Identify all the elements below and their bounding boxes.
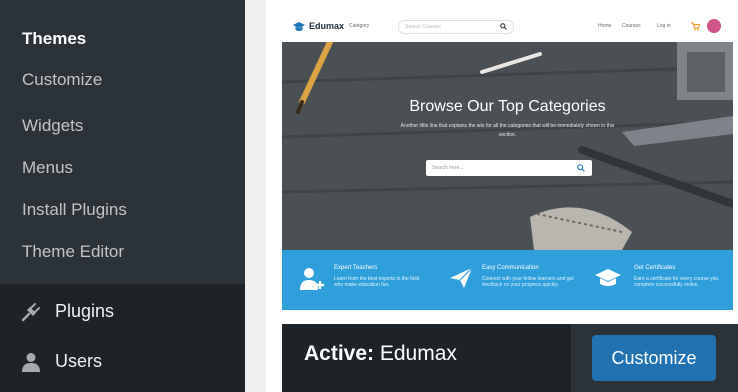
- teacher-icon: [300, 268, 324, 290]
- preview-nav-link: Log in: [657, 23, 671, 29]
- menu-item-users-label: Users: [55, 351, 103, 371]
- preview-nav-link: Courses: [622, 23, 641, 29]
- feature-title: Expert Teachers: [334, 265, 378, 271]
- admin-sidebar: Themes Customize Widgets Menus Install P…: [0, 0, 245, 392]
- feature-desc: Learn from the best experts in the field…: [334, 276, 420, 288]
- logo-cap-icon: [293, 22, 305, 31]
- preview-hero-search: Search here...: [426, 160, 592, 176]
- desk-background: [282, 42, 733, 250]
- submenu-item-theme-editor[interactable]: Theme Editor: [22, 242, 124, 262]
- submenu-item-menus[interactable]: Menus: [22, 158, 73, 178]
- preview-hero: Browse Our Top Categories Another little…: [282, 42, 733, 250]
- theme-card-footer: Active: Edumax Customize: [282, 324, 738, 392]
- submenu-item-customize[interactable]: Customize: [22, 70, 102, 90]
- graduation-cap-icon: [595, 269, 621, 286]
- preview-logo-text: Edumax: [309, 21, 345, 31]
- appearance-submenu: Themes Customize Widgets Menus Install P…: [0, 0, 245, 284]
- submenu-item-install-plugins[interactable]: Install Plugins: [22, 200, 127, 220]
- preview-search-box: Search Courses: [398, 20, 514, 34]
- preview-navbar: Edumax Category Search Courses Home Cour…: [282, 12, 733, 43]
- menu-item-plugins[interactable]: Plugins: [0, 292, 245, 332]
- preview-search-placeholder: Search Courses: [405, 24, 441, 30]
- active-label: Active:: [304, 342, 375, 365]
- preview-hero-subtitle: Another little line that explains the si…: [400, 123, 615, 138]
- menu-item-users[interactable]: Users: [0, 342, 245, 382]
- theme-name: Edumax: [379, 342, 457, 365]
- feature-title: Easy Communication: [482, 265, 539, 271]
- preview-search-icon: [500, 23, 507, 30]
- paper-plane-icon: [450, 267, 473, 288]
- theme-actions: Customize: [571, 324, 738, 392]
- preview-nav-category: Category: [349, 23, 370, 29]
- plugins-icon: [21, 303, 40, 322]
- preview-features: Expert Teachers Learn from the best expe…: [282, 250, 733, 310]
- preview-nav-link: Home: [598, 23, 612, 29]
- submenu-item-widgets[interactable]: Widgets: [22, 116, 83, 136]
- feature-title: Get Certificates: [634, 265, 676, 271]
- preview-hero-search-placeholder: Search here...: [432, 165, 464, 171]
- avatar: [707, 19, 721, 33]
- customize-button[interactable]: Customize: [592, 335, 716, 381]
- preview-hero-title: Browse Our Top Categories: [409, 98, 606, 115]
- menu-item-plugins-label: Plugins: [55, 301, 115, 321]
- theme-card[interactable]: Edumax Category Search Courses Home Cour…: [266, 0, 738, 392]
- users-icon: [22, 353, 40, 372]
- feature-desc: Connect with your fellow learners and ge…: [482, 276, 574, 288]
- theme-screenshot[interactable]: Edumax Category Search Courses Home Cour…: [282, 12, 733, 324]
- submenu-item-themes[interactable]: Themes: [22, 29, 86, 49]
- active-theme-name: Active: Edumax: [304, 342, 457, 366]
- feature-desc: Earn a certificate for every course you …: [634, 276, 719, 288]
- cart-icon: [691, 22, 700, 31]
- preview-hero-search-icon: [577, 164, 585, 172]
